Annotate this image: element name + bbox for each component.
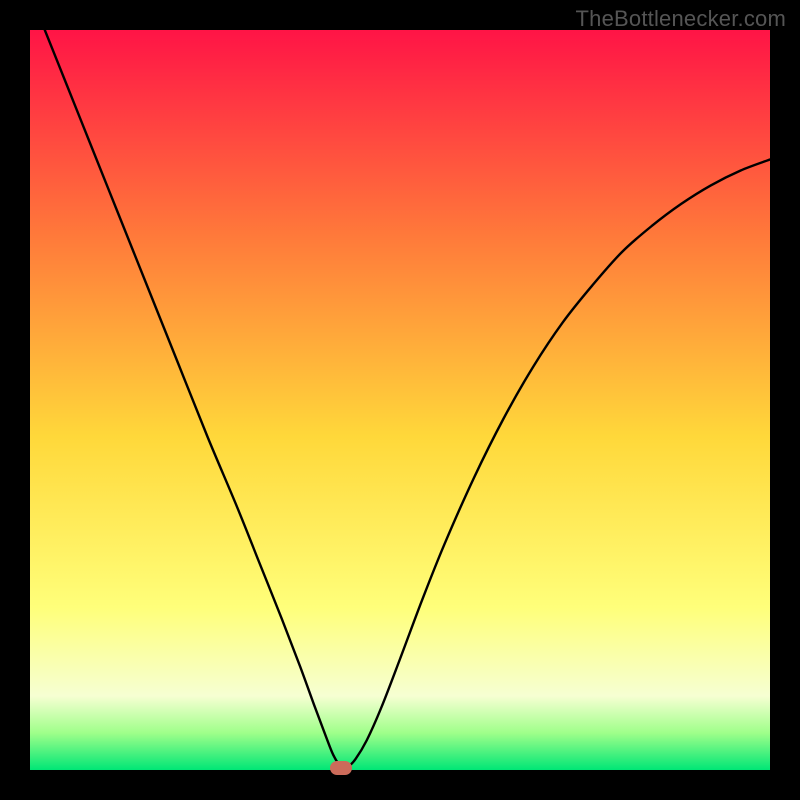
watermark-text: TheBottlenecker.com (576, 6, 786, 32)
bottleneck-curve (30, 30, 770, 770)
minimum-marker (330, 761, 352, 775)
chart-frame (30, 30, 770, 770)
